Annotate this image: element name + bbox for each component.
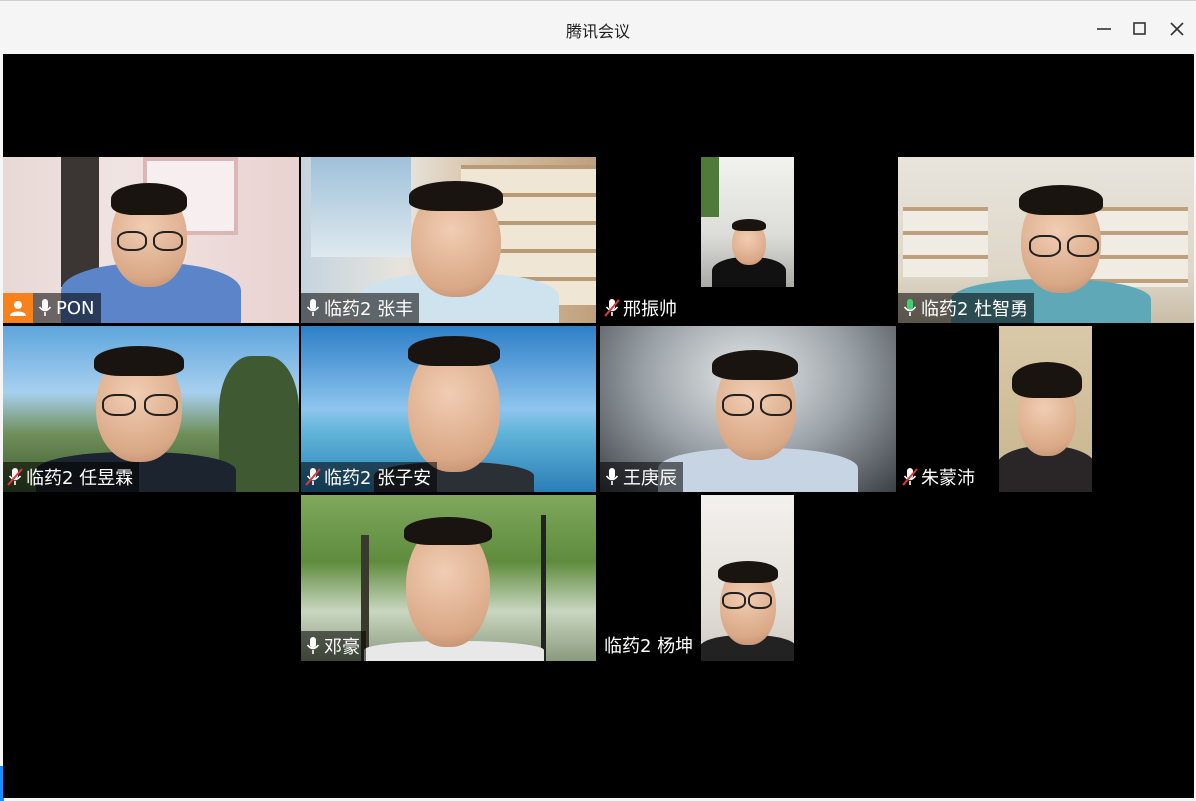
minimize-button[interactable] xyxy=(1090,15,1118,43)
portrait-video xyxy=(701,495,794,661)
microphone-muted-icon xyxy=(603,297,621,319)
participant-label: 王庚辰 xyxy=(600,462,683,492)
participant-label: 临药2 任昱霖 xyxy=(3,462,140,492)
video-tile-pon[interactable]: PON xyxy=(3,157,299,323)
portrait-video xyxy=(999,326,1092,492)
participant-label: 邢振帅 xyxy=(600,293,683,323)
participant-name: 邢振帅 xyxy=(623,299,677,320)
video-tile-deng-hao[interactable]: 邓豪 xyxy=(301,495,596,661)
video-tile-zhang-feng[interactable]: 临药2 张丰 xyxy=(301,157,596,323)
window-title: 腾讯会议 xyxy=(565,22,630,41)
participant-name: 邓豪 xyxy=(324,637,360,658)
window-pane xyxy=(311,157,411,257)
participant-label: 临药2 杜智勇 xyxy=(898,293,1035,323)
microphone-icon xyxy=(36,297,54,319)
microphone-speaking-icon xyxy=(901,297,919,319)
street-lamp xyxy=(541,515,546,661)
maximize-icon xyxy=(1133,22,1146,35)
microphone-icon xyxy=(603,466,621,488)
title-bar[interactable]: 腾讯会议 xyxy=(0,0,1196,54)
microphone-icon xyxy=(304,297,322,319)
video-tile-yang-kun[interactable]: 临药2 杨坤 xyxy=(600,495,896,661)
participant-name: 临药2 张子安 xyxy=(324,468,432,489)
close-icon xyxy=(1170,22,1184,36)
portrait-video xyxy=(701,157,794,287)
video-tile-wang-gengchen[interactable]: 王庚辰 xyxy=(600,326,896,492)
shelf-left xyxy=(903,207,988,277)
participant-name: 临药2 杨坤 xyxy=(604,636,694,657)
participant-label: PON xyxy=(3,293,101,323)
maximize-button[interactable] xyxy=(1126,15,1154,43)
video-tile-zhu-mengpei[interactable]: 朱蒙沛 xyxy=(898,326,1194,492)
video-tile-ren-yulin[interactable]: 临药2 任昱霖 xyxy=(3,326,299,492)
host-user-icon xyxy=(3,293,33,323)
microphone-muted-icon xyxy=(901,466,919,488)
participant-name: 朱蒙沛 xyxy=(921,468,975,489)
participant-label: 临药2 张子安 xyxy=(301,462,438,492)
microphone-muted-icon xyxy=(304,466,322,488)
participant-label: 临药2 张丰 xyxy=(301,293,420,323)
participant-name: 临药2 杜智勇 xyxy=(921,299,1029,320)
participant-name: 临药2 张丰 xyxy=(324,299,414,320)
video-tile-du-zhiyong[interactable]: 临药2 杜智勇 xyxy=(898,157,1194,323)
video-grid: PON 临药2 张丰 邢振帅 临药2 杜智勇 临药2 任昱霖 临药2 张子安 王… xyxy=(3,54,1194,798)
microphone-icon xyxy=(304,635,322,657)
video-tile-zhang-zian[interactable]: 临药2 张子安 xyxy=(301,326,596,492)
participant-name: 王庚辰 xyxy=(623,468,677,489)
meeting-window: 腾讯会议 PON 临药2 张丰 邢振帅 临药2 杜智勇 临药2 任昱霖 临药2 … xyxy=(0,0,1196,801)
close-button[interactable] xyxy=(1163,15,1191,43)
participant-label: 朱蒙沛 xyxy=(898,462,981,492)
video-tile-xing-zhenshuai[interactable]: 邢振帅 xyxy=(600,157,896,323)
participant-label: 邓豪 xyxy=(301,631,366,661)
participant-name: PON xyxy=(56,297,95,319)
participant-name: 临药2 任昱霖 xyxy=(26,468,134,489)
microphone-muted-icon xyxy=(6,466,24,488)
minimize-icon xyxy=(1097,28,1111,30)
